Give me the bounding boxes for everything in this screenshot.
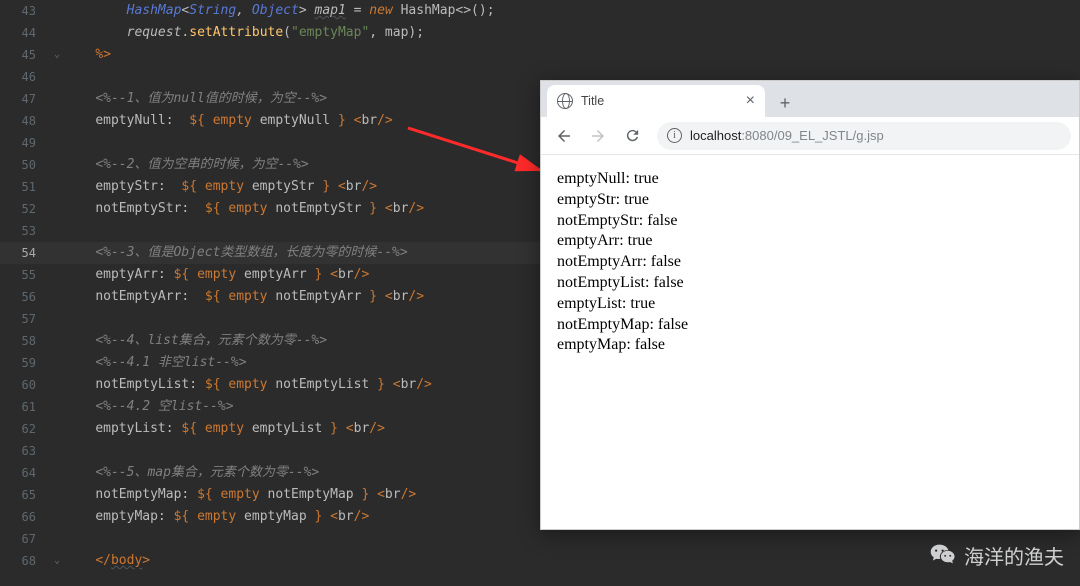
reload-button[interactable] [617, 121, 647, 151]
code-line[interactable]: 68⌄ </body> [0, 550, 1080, 572]
fold-gutter: ⌄ [50, 550, 64, 572]
line-number: 61 [0, 396, 50, 418]
fold-gutter [50, 506, 64, 528]
tab-strip: Title × + [541, 81, 1079, 117]
page-content: emptyNull: trueemptyStr: truenotEmptyStr… [541, 155, 1079, 370]
output-line: emptyArr: true [557, 231, 1063, 252]
code-line[interactable]: 67 [0, 528, 1080, 550]
globe-icon [557, 93, 573, 109]
code-line[interactable]: 44 request.setAttribute("emptyMap", map)… [0, 22, 1080, 44]
output-line: emptyList: true [557, 294, 1063, 315]
line-number: 49 [0, 132, 50, 154]
line-number: 43 [0, 0, 50, 22]
close-icon[interactable]: × [746, 92, 755, 110]
browser-tab[interactable]: Title × [547, 85, 765, 117]
line-number: 66 [0, 506, 50, 528]
wechat-icon [930, 543, 956, 569]
back-button[interactable] [549, 121, 579, 151]
fold-gutter [50, 110, 64, 132]
url-text: localhost:8080/09_EL_JSTL/g.jsp [690, 128, 884, 143]
fold-gutter [50, 66, 64, 88]
line-number: 56 [0, 286, 50, 308]
fold-gutter [50, 242, 64, 264]
line-number: 57 [0, 308, 50, 330]
fold-gutter [50, 330, 64, 352]
line-number: 50 [0, 154, 50, 176]
line-number: 65 [0, 484, 50, 506]
output-line: emptyMap: false [557, 335, 1063, 356]
fold-gutter [50, 0, 64, 22]
fold-gutter [50, 352, 64, 374]
arrow-right-icon [589, 127, 607, 145]
new-tab-button[interactable]: + [771, 89, 799, 117]
reload-icon [624, 127, 641, 144]
fold-gutter [50, 528, 64, 550]
code-line[interactable]: 45⌄ %> [0, 44, 1080, 66]
output-line: notEmptyMap: false [557, 315, 1063, 336]
output-line: emptyNull: true [557, 169, 1063, 190]
fold-gutter [50, 418, 64, 440]
line-number: 62 [0, 418, 50, 440]
output-line: notEmptyStr: false [557, 211, 1063, 232]
fold-gutter [50, 440, 64, 462]
watermark-text: 海洋的渔夫 [964, 541, 1064, 570]
line-number: 64 [0, 462, 50, 484]
info-icon: i [667, 128, 682, 143]
fold-gutter [50, 374, 64, 396]
line-number: 52 [0, 198, 50, 220]
code-line[interactable]: 43 HashMap<String, Object> map1 = new Ha… [0, 0, 1080, 22]
fold-gutter [50, 396, 64, 418]
line-number: 58 [0, 330, 50, 352]
code-content[interactable]: %> [64, 44, 1080, 66]
fold-gutter [50, 88, 64, 110]
arrow-left-icon [555, 127, 573, 145]
fold-gutter [50, 176, 64, 198]
forward-button[interactable] [583, 121, 613, 151]
line-number: 68 [0, 550, 50, 572]
line-number: 46 [0, 66, 50, 88]
output-line: notEmptyList: false [557, 273, 1063, 294]
code-content[interactable]: request.setAttribute("emptyMap", map); [64, 22, 1080, 44]
fold-gutter [50, 286, 64, 308]
browser-window: Title × + i localhost:8080/09_EL_JSTL/g.… [540, 80, 1080, 530]
line-number: 54 [0, 242, 50, 264]
fold-gutter [50, 132, 64, 154]
line-number: 51 [0, 176, 50, 198]
fold-gutter [50, 22, 64, 44]
line-number: 44 [0, 22, 50, 44]
code-content[interactable]: </body> [64, 550, 1080, 572]
output-line: notEmptyArr: false [557, 252, 1063, 273]
line-number: 47 [0, 88, 50, 110]
line-number: 60 [0, 374, 50, 396]
fold-gutter [50, 154, 64, 176]
fold-gutter [50, 484, 64, 506]
url-box[interactable]: i localhost:8080/09_EL_JSTL/g.jsp [657, 122, 1071, 150]
line-number: 53 [0, 220, 50, 242]
line-number: 59 [0, 352, 50, 374]
line-number: 48 [0, 110, 50, 132]
watermark: 海洋的渔夫 [930, 541, 1064, 570]
line-number: 63 [0, 440, 50, 462]
code-content[interactable]: HashMap<String, Object> map1 = new HashM… [64, 0, 1080, 22]
fold-gutter: ⌄ [50, 44, 64, 66]
code-content[interactable] [64, 528, 1080, 550]
fold-gutter [50, 308, 64, 330]
tab-title: Title [581, 94, 738, 108]
line-number: 67 [0, 528, 50, 550]
fold-gutter [50, 462, 64, 484]
address-bar: i localhost:8080/09_EL_JSTL/g.jsp [541, 117, 1079, 155]
line-number: 55 [0, 264, 50, 286]
line-number: 45 [0, 44, 50, 66]
fold-gutter [50, 198, 64, 220]
fold-gutter [50, 220, 64, 242]
output-line: emptyStr: true [557, 190, 1063, 211]
fold-gutter [50, 264, 64, 286]
